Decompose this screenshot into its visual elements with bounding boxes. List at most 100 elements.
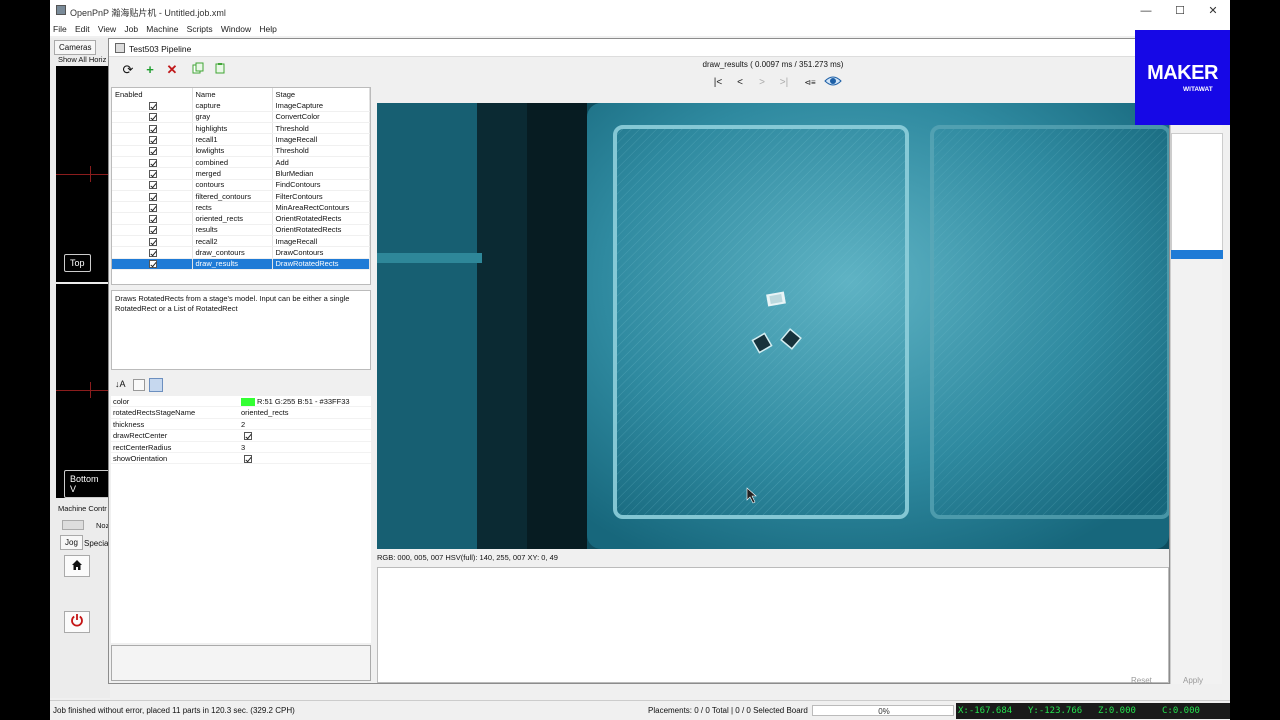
property-row[interactable]: rectCenterRadius 3 [111,442,371,453]
bottom-camera-view[interactable] [56,284,110,498]
property-sheet: color R:51 G:255 B:51 - #33FF33 rotatedR… [111,396,371,643]
property-row[interactable]: thickness 2 [111,419,371,431]
description-toggle-icon[interactable] [149,378,163,392]
column-enabled[interactable]: Enabled [112,88,193,100]
stage-type: ConvertColor [272,111,370,124]
last-stage-icon[interactable]: >| [775,75,793,91]
show-all-select[interactable]: Show All Horiz [58,55,106,64]
stage-row[interactable]: gray ConvertColor [112,111,370,124]
delete-icon[interactable]: ✕ [163,61,181,79]
apply-button[interactable]: Apply [1183,676,1203,685]
auto-icon[interactable]: ⊲≡ [801,75,819,91]
refresh-icon[interactable]: ⟳ [119,61,137,79]
column-stage[interactable]: Stage [272,88,370,100]
crosshair-horizontal [56,174,110,175]
stage-enabled-checkbox[interactable] [149,101,158,110]
stage-enabled-cell [112,100,193,112]
property-row[interactable]: drawRectCenter [111,430,371,442]
property-row[interactable]: showOrientation [111,453,371,465]
menu-scripts[interactable]: Scripts [187,22,213,36]
stage-name: recall1 [192,133,273,146]
stage-row[interactable]: rects MinAreaRectContours [112,201,370,214]
stage-enabled-checkbox[interactable] [149,113,158,122]
power-icon [71,614,83,627]
stage-row[interactable]: capture ImageCapture [112,100,370,112]
stage-row[interactable]: recall2 ImageRecall [112,235,370,248]
stage-type: Add [272,156,370,169]
menu-file[interactable]: File [53,22,67,36]
menu-job[interactable]: Job [124,22,138,36]
stage-row[interactable]: draw_results DrawRotatedRects [112,258,370,270]
categorize-icon[interactable] [133,379,145,391]
add-icon[interactable]: + [141,61,159,79]
first-stage-icon[interactable]: |< [709,75,727,91]
stage-enabled-checkbox[interactable] [149,181,158,190]
draw-rect-center-checkbox[interactable] [244,432,252,441]
minimize-icon[interactable]: — [1138,4,1154,18]
logo-sub-text: WITAWAT [1183,86,1213,93]
nozzle-selector[interactable] [62,520,84,530]
stage-row[interactable]: draw_contours DrawContours [112,246,370,259]
stage-type: OrientRotatedRects [272,224,370,237]
stage-row[interactable]: filtered_contours FilterContours [112,190,370,203]
stage-type: OrientRotatedRects [272,212,370,225]
bottom-camera-label: Bottom V [64,470,110,498]
stages-table-container: Enabled Name Stage capture ImageCapture gr… [111,87,371,285]
menu-machine[interactable]: Machine [146,22,178,36]
eye-icon[interactable] [823,75,843,91]
stage-enabled-checkbox[interactable] [149,124,158,133]
show-orientation-checkbox[interactable] [244,454,252,463]
maximize-icon[interactable]: ☐ [1172,4,1188,18]
stage-row[interactable]: recall1 ImageRecall [112,133,370,146]
right-list-selected-row[interactable] [1171,250,1223,259]
stage-enabled-checkbox[interactable] [149,147,158,156]
crosshair-vertical [90,166,91,182]
copy-icon[interactable] [189,61,207,79]
status-message: Job finished without error, placed 11 pa… [53,706,295,715]
stage-row[interactable]: highlights Threshold [112,122,370,135]
property-key: rectCenterRadius [113,442,172,452]
menu-edit[interactable]: Edit [75,22,90,36]
power-button[interactable] [64,611,90,633]
top-camera-view[interactable] [56,66,110,282]
stage-enabled-checkbox[interactable] [149,192,158,201]
stage-enabled-checkbox[interactable] [149,226,158,235]
property-key: rotatedRectsStageName [113,408,196,418]
menu-view[interactable]: View [98,22,116,36]
stage-row[interactable]: oriented_rects OrientRotatedRects [112,212,370,225]
stage-enabled-checkbox[interactable] [149,260,158,269]
stage-enabled-checkbox[interactable] [149,215,158,224]
close-icon[interactable]: ✕ [1205,4,1221,18]
stage-enabled-checkbox[interactable] [149,136,158,145]
pipeline-editor-window: Test503 Pipeline ⟳ + ✕ Enabled Name Stag… [108,38,1170,684]
stage-row[interactable]: contours FindContours [112,179,370,191]
pipeline-result-image[interactable] [377,103,1169,549]
property-row[interactable]: color R:51 G:255 B:51 - #33FF33 [111,396,371,408]
tab-cameras[interactable]: Cameras [54,40,97,55]
stage-type: ImageCapture [272,100,370,112]
stage-type: DrawRotatedRects [272,258,370,270]
stage-type: FindContours [272,179,370,191]
stage-row[interactable]: combined Add [112,156,370,169]
menu-window[interactable]: Window [221,22,251,36]
sort-alpha-icon[interactable]: ↓A [115,379,127,391]
stage-row[interactable]: merged BlurMedian [112,167,370,180]
stage-enabled-checkbox[interactable] [149,169,158,178]
stage-enabled-checkbox[interactable] [149,158,158,167]
stage-enabled-checkbox[interactable] [149,249,158,258]
stage-row[interactable]: results OrientRotatedRects [112,224,370,237]
column-name[interactable]: Name [192,88,273,100]
stage-row[interactable]: lowlights Threshold [112,145,370,157]
next-stage-icon[interactable]: > [753,75,771,91]
camera-frame [377,103,1169,549]
paste-icon[interactable] [211,61,229,79]
stage-enabled-checkbox[interactable] [149,237,158,246]
property-row[interactable]: rotatedRectsStageName oriented_rects [111,407,371,419]
home-button[interactable] [64,555,90,577]
reset-button[interactable]: Reset [1131,676,1152,685]
previous-stage-icon[interactable]: < [731,75,749,91]
menu-help[interactable]: Help [259,22,276,36]
paste-icon [215,63,225,74]
stage-enabled-checkbox[interactable] [149,203,158,212]
stage-enabled-cell [112,156,193,169]
